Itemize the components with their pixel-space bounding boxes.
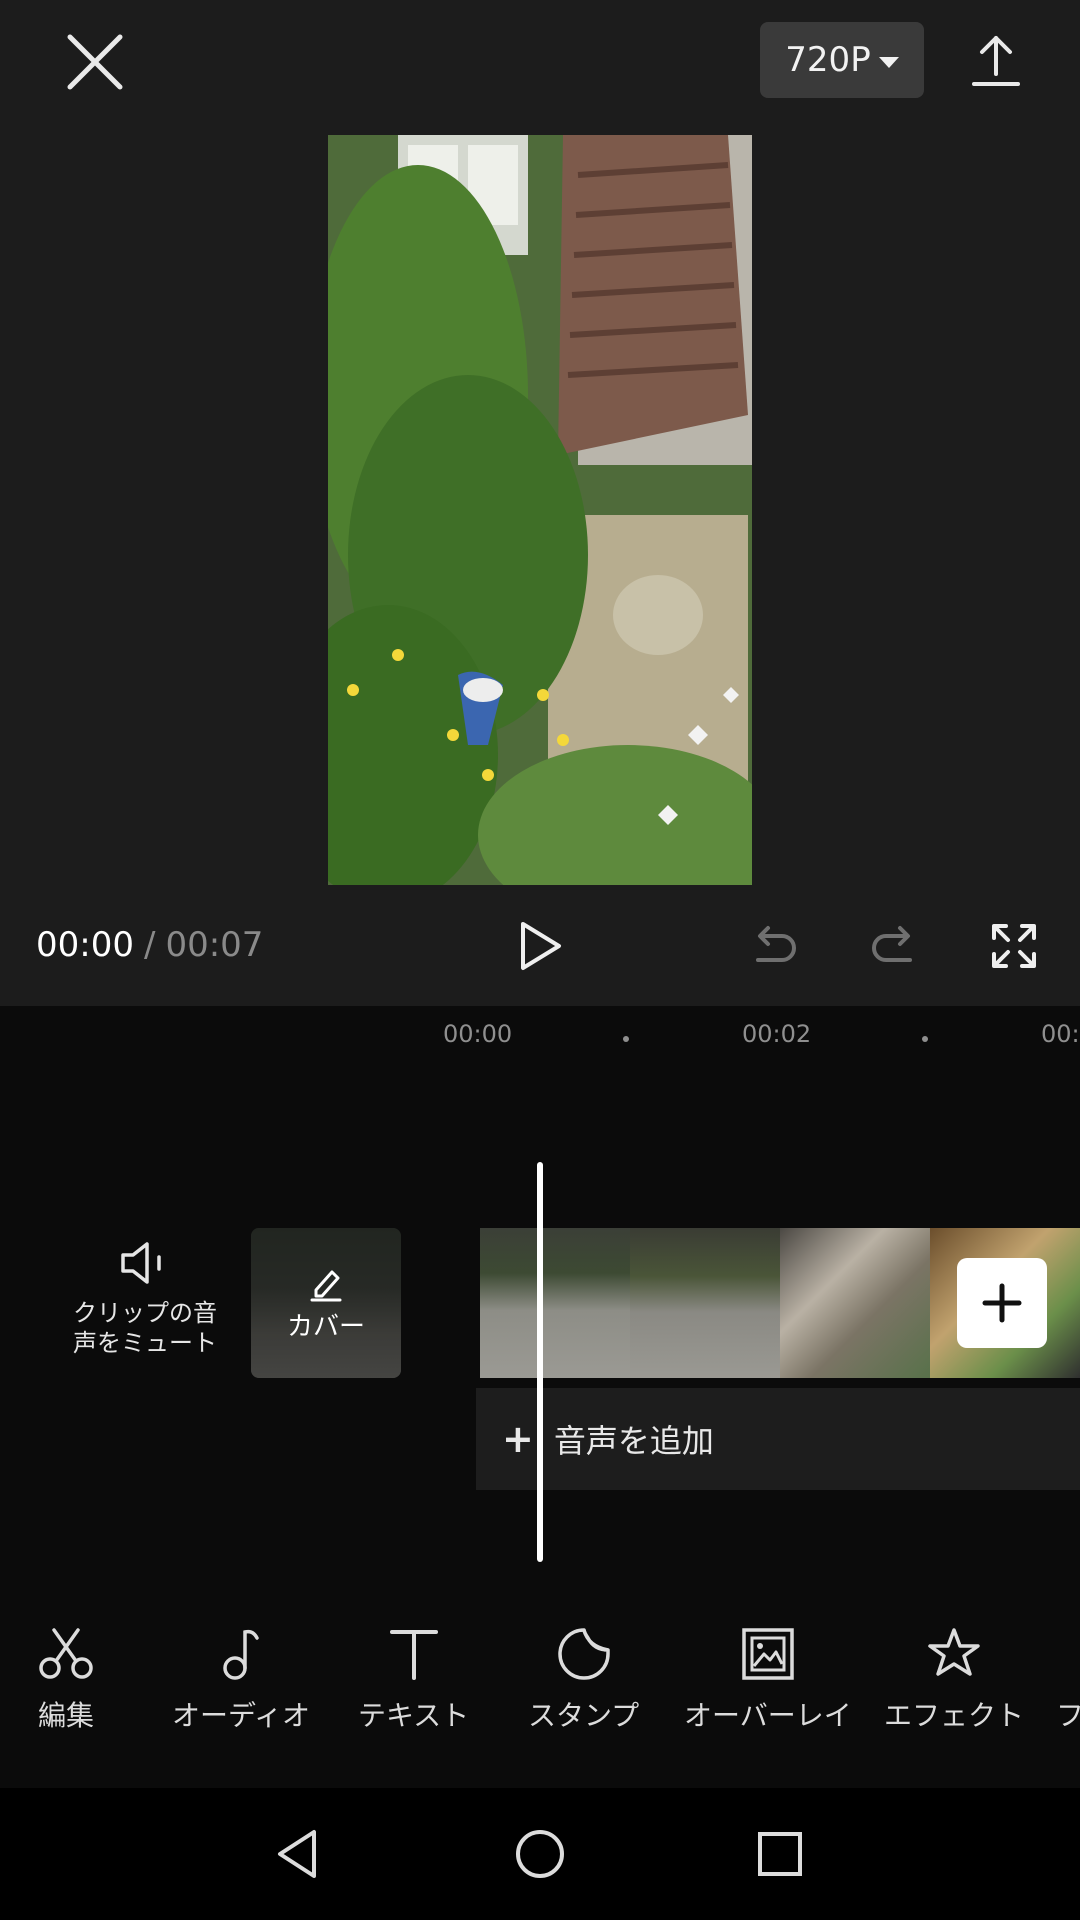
clip-thumbnail	[780, 1228, 930, 1378]
nav-back-button[interactable]	[270, 1824, 330, 1884]
resolution-label: 720P	[785, 40, 871, 80]
caret-down-icon	[878, 56, 899, 68]
ruler-label: 00:02	[742, 1020, 812, 1048]
tool-label: 編集	[37, 1699, 94, 1732]
speaker-icon	[121, 1242, 161, 1284]
effect-star-icon	[928, 1628, 980, 1676]
play-button[interactable]	[515, 918, 567, 974]
ruler-label: 00:	[1041, 1020, 1080, 1048]
add-audio-label: 音声を追加	[553, 1422, 714, 1460]
home-circle-icon	[516, 1830, 564, 1878]
preview-scene	[328, 135, 752, 885]
tool-overlay[interactable]: オーバーレイ	[684, 1624, 852, 1734]
tool-partial[interactable]: フ	[1056, 1624, 1080, 1734]
plus-icon: +	[502, 1417, 534, 1461]
editor-top-area: 720P 00:00 / 00:07	[0, 0, 1080, 1006]
export-icon	[972, 36, 1020, 86]
tool-effect[interactable]: エフェクト	[884, 1624, 1024, 1734]
close-button[interactable]	[58, 25, 132, 99]
sticker-icon	[557, 1628, 610, 1680]
system-nav-bar	[0, 1788, 1080, 1920]
redo-icon	[872, 926, 912, 962]
clip-thumbnail	[630, 1228, 780, 1378]
video-preview[interactable]	[328, 135, 752, 885]
tool-label: オーディオ	[172, 1699, 311, 1732]
total-time: 00:07	[165, 925, 264, 965]
text-icon	[389, 1630, 438, 1680]
add-audio-button[interactable]: + 音声を追加	[476, 1388, 1080, 1490]
export-button[interactable]	[966, 30, 1026, 90]
plus-icon	[982, 1283, 1022, 1323]
add-clip-button[interactable]	[957, 1258, 1047, 1348]
current-time: 00:00	[36, 925, 134, 965]
time-readout: 00:00 / 00:07	[36, 925, 263, 965]
recents-square-icon	[758, 1832, 802, 1876]
play-icon	[521, 922, 561, 970]
ruler-dot	[623, 1036, 629, 1042]
ruler-dot	[922, 1036, 928, 1042]
undo-button[interactable]	[748, 922, 800, 970]
playhead[interactable]	[537, 1162, 543, 1562]
tool-label: スタンプ	[528, 1699, 640, 1732]
fullscreen-button[interactable]	[990, 922, 1038, 970]
tool-text[interactable]: テキスト	[358, 1624, 469, 1734]
fullscreen-icon	[992, 924, 1036, 968]
tool-label: オーバーレイ	[684, 1699, 852, 1732]
nav-recents-button[interactable]	[750, 1824, 810, 1884]
tool-edit[interactable]: 編集	[36, 1624, 96, 1734]
overlay-icon	[742, 1628, 794, 1680]
tool-label: フ	[1056, 1699, 1080, 1732]
tool-label: エフェクト	[884, 1699, 1025, 1732]
mute-clip-audio-button[interactable]: クリップの音 声をミュート	[60, 1240, 230, 1358]
undo-icon	[756, 926, 796, 962]
scissors-icon	[39, 1628, 93, 1679]
cover-button[interactable]: カバー	[251, 1228, 401, 1378]
redo-button[interactable]	[868, 922, 920, 970]
tool-label: テキスト	[358, 1699, 470, 1732]
bottom-toolbar: 編集 オーディオ テキスト スタンプ オーバーレイ エフェクト フ	[0, 1600, 1080, 1788]
ruler-label: 00:00	[443, 1020, 513, 1048]
timeline-ruler[interactable]: 00:00 00:02 00:	[0, 1006, 1080, 1066]
resolution-dropdown[interactable]: 720P	[760, 22, 924, 98]
time-separator: /	[143, 925, 156, 965]
music-note-icon	[223, 1629, 259, 1680]
close-icon	[67, 34, 123, 90]
tool-audio[interactable]: オーディオ	[172, 1624, 310, 1734]
clip-thumbnail	[480, 1228, 630, 1378]
nav-home-button[interactable]	[510, 1824, 570, 1884]
edit-pencil-icon	[310, 1270, 342, 1301]
cover-label: カバー	[286, 1311, 365, 1342]
tool-sticker[interactable]: スタンプ	[528, 1624, 639, 1734]
back-triangle-icon	[278, 1830, 316, 1878]
mute-clip-audio-label: クリップの音 声をミュート	[73, 1299, 217, 1357]
